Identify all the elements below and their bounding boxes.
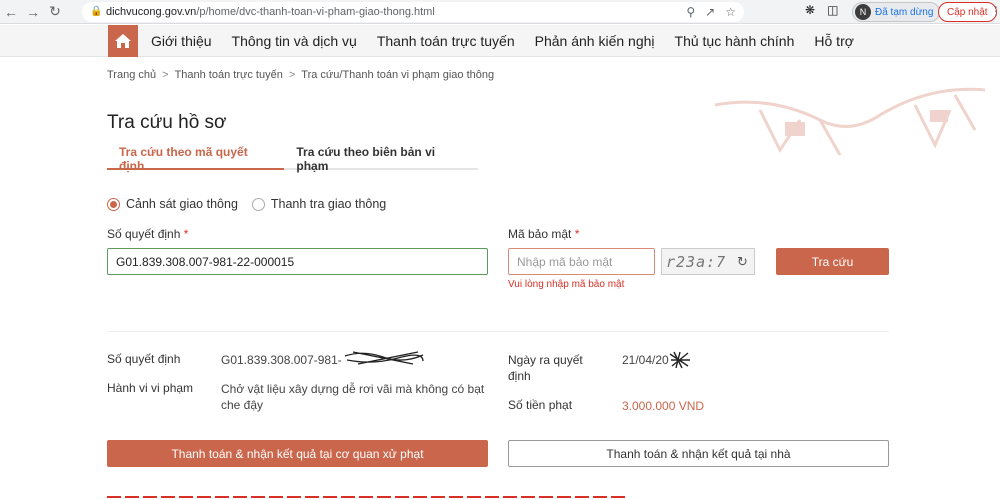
tab-by-decision[interactable]: Tra cứu theo mã quyết định — [107, 140, 285, 173]
radio-checked-icon — [107, 197, 120, 211]
captcha-label: Mã bảo mật * — [508, 227, 579, 241]
profile-button[interactable]: N Đã tạm dừng — [852, 2, 941, 22]
breadcrumb-separator: > — [162, 69, 169, 81]
nav-item-info-services[interactable]: Thông tin và dịch vụ — [232, 33, 357, 49]
radio-traffic-police[interactable]: Cảnh sát giao thông — [107, 197, 238, 211]
search-tabs: Tra cứu theo mã quyết định Tra cứu theo … — [107, 140, 478, 173]
url-path: /p/home/dvc-thanh-toan-vi-pham-giao-thon… — [196, 6, 435, 18]
bookmark-star-icon[interactable]: ☆ — [725, 5, 736, 19]
result-fine-value: 3.000.000 VND — [622, 399, 705, 413]
result-date-value: 21/04/20 — [622, 353, 669, 367]
radio-traffic-inspection[interactable]: Thanh tra giao thông — [251, 197, 387, 211]
avatar: N — [855, 4, 871, 20]
captcha-text: r23a:7 — [666, 252, 727, 271]
result-date-key: Ngày ra quyết định — [508, 353, 583, 383]
radio-label: Thanh tra giao thông — [270, 197, 387, 211]
required-mark: * — [183, 227, 189, 241]
breadcrumb-separator: > — [288, 69, 296, 81]
redaction-scribble — [669, 351, 690, 369]
result-decision-value: G01.839.308.007-981- — [221, 353, 342, 367]
nav-item-procedures[interactable]: Thủ tục hành chính — [675, 33, 795, 49]
required-mark: * — [574, 227, 580, 241]
nav-item-online-payment[interactable]: Thanh toán trực tuyến — [377, 33, 515, 49]
back-arrow-icon[interactable]: ← — [0, 1, 22, 23]
share-icon[interactable]: ↗ — [705, 5, 715, 19]
radio-label: Cảnh sát giao thông — [126, 197, 238, 211]
decision-number-label: Số quyết định * — [107, 227, 188, 241]
page-title: Tra cứu hồ sơ — [107, 112, 227, 133]
result-fine-key: Số tiền phạt — [508, 398, 573, 412]
captcha-input[interactable]: Nhập mã bảo mật — [508, 248, 655, 275]
radio-unchecked-icon — [251, 197, 265, 211]
zoom-icon[interactable]: ⚲ — [686, 5, 695, 19]
search-button[interactable]: Tra cứu — [776, 248, 889, 275]
bottom-note-cut-off — [107, 494, 627, 500]
redaction-scribble — [344, 351, 424, 365]
forward-arrow-icon[interactable]: → — [22, 1, 44, 23]
site-nav: Giới thiệu Thông tin và dịch vụ Thanh to… — [0, 25, 1000, 57]
decision-number-label-text: Số quyết định — [107, 227, 181, 241]
result-decision-key: Số quyết định — [107, 352, 181, 366]
pay-at-agency-button[interactable]: Thanh toán & nhận kết quả tại cơ quan xử… — [107, 440, 488, 467]
tab-by-violation-record[interactable]: Tra cứu theo biên bản vi phạm — [284, 140, 478, 173]
home-icon — [115, 34, 131, 48]
breadcrumb-home[interactable]: Trang chủ — [107, 69, 156, 81]
url-domain: dichvucong.gov.vn — [106, 6, 197, 18]
extensions-puzzle-icon[interactable]: ❋ — [805, 3, 815, 17]
nav-item-intro[interactable]: Giới thiệu — [151, 33, 212, 49]
result-violation-value: Chở vật liệu xây dựng dễ rơi vãi mà khôn… — [221, 382, 485, 412]
refresh-captcha-icon[interactable]: ↻ — [737, 254, 748, 270]
breadcrumb-current: Tra cứu/Thanh toán vi phạm giao thông — [301, 69, 495, 81]
browser-toolbar: ← → ↻ 🔒 dichvucong.gov.vn/p/home/dvc-tha… — [0, 0, 1000, 24]
reload-icon[interactable]: ↻ — [44, 1, 66, 23]
lock-icon: 🔒 — [90, 6, 103, 17]
decision-number-input[interactable]: G01.839.308.007-981-22-000015 — [107, 248, 488, 275]
home-button[interactable] — [108, 25, 138, 57]
nav-item-feedback[interactable]: Phản ánh kiến nghị — [535, 33, 655, 49]
agency-radio-group: Cảnh sát giao thông Thanh tra giao thông — [107, 197, 386, 211]
breadcrumb-payment[interactable]: Thanh toán trực tuyến — [175, 69, 283, 81]
more-menu-icon[interactable]: ⋮ — [990, 4, 1000, 18]
profile-status: Đã tạm dừng — [875, 6, 934, 18]
captcha-error-message: Vui lòng nhập mã bảo mật — [508, 279, 625, 290]
side-panel-icon[interactable]: ◫ — [827, 3, 838, 17]
nav-item-support[interactable]: Hỗ trợ — [814, 33, 854, 49]
breadcrumb: Trang chủ > Thanh toán trực tuyến > Tra … — [107, 69, 494, 81]
section-divider — [107, 331, 889, 332]
update-button[interactable]: Cập nhật — [938, 2, 997, 22]
captcha-label-text: Mã bảo mật — [508, 227, 572, 241]
decorative-birds-image — [714, 87, 986, 156]
pay-at-home-button[interactable]: Thanh toán & nhận kết quả tại nhà — [508, 440, 889, 467]
address-bar[interactable]: 🔒 dichvucong.gov.vn/p/home/dvc-thanh-toa… — [82, 2, 744, 22]
result-violation-key: Hành vi vi phạm — [107, 381, 194, 395]
